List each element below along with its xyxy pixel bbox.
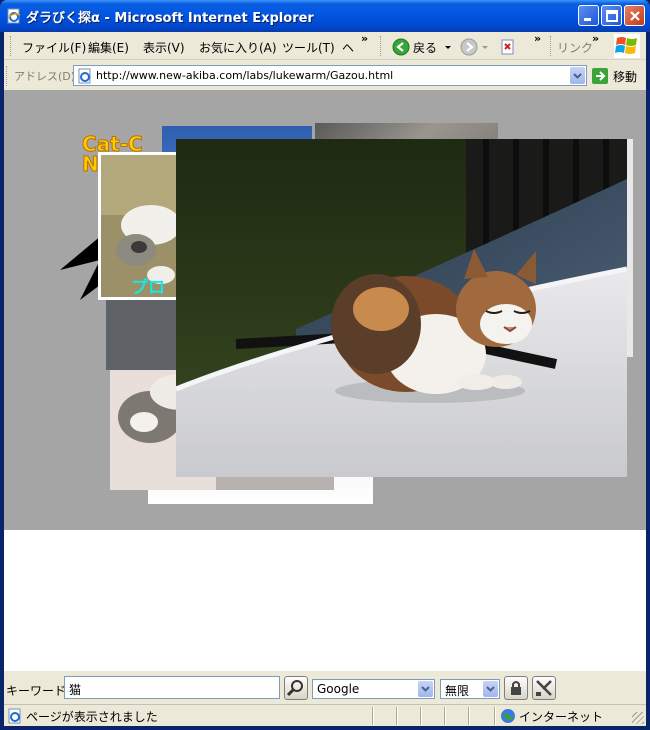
menu-toolbar-row: ファイル(F) 編集(E) 表示(V) お気に入り(A) ツール(T) ヘ » … <box>4 32 646 60</box>
menu-overflow-chevron[interactable]: » <box>361 32 368 45</box>
title-bar[interactable]: ダラびく探α - Microsoft Internet Explorer <box>0 0 650 32</box>
stop-icon <box>501 39 514 55</box>
address-dropdown-button[interactable] <box>570 67 585 84</box>
keyword-value: 猫 <box>69 683 82 697</box>
ie-page-icon <box>8 708 21 724</box>
engine-dropdown-button[interactable] <box>418 681 433 697</box>
address-input[interactable]: http://www.new-akiba.com/labs/lukewarm/G… <box>73 65 587 86</box>
page-viewport[interactable]: Cat‑C N プロ <box>4 90 646 670</box>
limit-select[interactable]: 無限 <box>440 679 500 699</box>
menu-help[interactable]: ヘ <box>342 39 354 56</box>
toolbar-grip[interactable] <box>380 36 383 56</box>
limit-dropdown-button[interactable] <box>483 681 498 697</box>
calico-cat-on-car-image <box>176 139 627 477</box>
tools-icon <box>536 680 552 696</box>
chevron-down-icon <box>421 686 430 692</box>
go-arrow-icon <box>592 68 608 84</box>
minimize-button[interactable] <box>578 5 599 26</box>
status-bar: ページが表示されました インターネット <box>4 704 646 726</box>
keyword-label: キーワード: <box>6 684 71 698</box>
links-label[interactable]: リンク <box>557 39 593 56</box>
toolbar-overflow-chevron[interactable]: » <box>534 32 541 45</box>
close-icon <box>630 11 640 21</box>
toolbar-grip[interactable] <box>10 36 13 56</box>
engine-value: Google <box>317 682 360 696</box>
status-separator <box>372 707 374 725</box>
toolbar-grip[interactable] <box>550 36 553 56</box>
ie-page-icon <box>7 8 21 24</box>
ie-page-icon <box>78 68 91 84</box>
toolbar-grip[interactable] <box>6 66 9 86</box>
links-overflow-chevron[interactable]: » <box>592 32 599 45</box>
minimize-icon <box>584 18 591 21</box>
menu-file[interactable]: ファイル(F) <box>22 39 86 56</box>
overlay-text: プロ <box>131 278 165 298</box>
search-button[interactable] <box>284 676 308 700</box>
status-separator <box>420 707 422 725</box>
address-bar: アドレス(D) http://www.new-akiba.com/labs/lu… <box>4 62 646 90</box>
address-label: アドレス(D) <box>14 70 76 83</box>
windows-logo-icon <box>614 34 640 58</box>
back-label: 戻る <box>413 40 438 55</box>
photo-dark-strip[interactable] <box>106 300 176 370</box>
go-button[interactable]: 移動 <box>591 66 645 86</box>
menu-view[interactable]: 表示(V) <box>143 39 185 56</box>
back-button[interactable]: 戻る <box>392 36 453 58</box>
limit-value: 無限 <box>445 684 470 698</box>
back-arrow-icon <box>392 38 410 56</box>
address-url: http://www.new-akiba.com/labs/lukewarm/G… <box>96 69 394 82</box>
menu-favorites[interactable]: お気に入り(A) <box>199 39 277 56</box>
stop-button[interactable] <box>500 36 516 58</box>
maximize-button[interactable] <box>601 5 622 26</box>
status-separator <box>468 707 470 725</box>
image-stage: Cat‑C N プロ <box>4 90 646 530</box>
dropdown-arrow-icon[interactable] <box>480 42 490 52</box>
keyword-input[interactable]: 猫 <box>64 676 280 699</box>
lock-icon <box>511 681 521 695</box>
dropdown-arrow-icon[interactable] <box>443 42 453 52</box>
tools-button[interactable] <box>532 676 556 700</box>
maximize-icon <box>606 10 618 22</box>
chevron-down-icon <box>486 686 495 692</box>
go-label: 移動 <box>613 69 638 84</box>
window-title: ダラびく探α - Microsoft Internet Explorer <box>26 11 314 26</box>
ie-window: ダラびく探α - Microsoft Internet Explorer ファイ… <box>0 0 650 730</box>
keyword-toolbar: キーワード: 猫 Google 無限 <box>4 670 646 704</box>
zone-text: インターネット <box>519 710 604 724</box>
menu-tools[interactable]: ツール(T) <box>282 39 335 56</box>
resize-grip[interactable] <box>632 712 644 724</box>
close-button[interactable] <box>624 5 645 26</box>
status-separator <box>396 707 398 725</box>
lock-button[interactable] <box>504 676 528 700</box>
globe-icon <box>501 709 515 723</box>
photo-calico-cat-on-car[interactable] <box>176 139 627 477</box>
menu-edit[interactable]: 編集(E) <box>88 39 129 56</box>
engine-select[interactable]: Google <box>312 679 435 699</box>
status-text: ページが表示されました <box>26 710 158 724</box>
forward-arrow-icon <box>460 38 478 56</box>
photo-kitten-straw[interactable]: プロ <box>98 152 180 300</box>
status-separator <box>494 707 496 725</box>
search-icon <box>286 680 303 697</box>
browser-chrome: ファイル(F) 編集(E) 表示(V) お気に入り(A) ツール(T) ヘ » … <box>4 32 646 90</box>
forward-button[interactable] <box>460 36 490 58</box>
chevron-down-icon <box>573 73 582 79</box>
photo-edge-strip <box>627 139 633 357</box>
status-separator <box>444 707 446 725</box>
